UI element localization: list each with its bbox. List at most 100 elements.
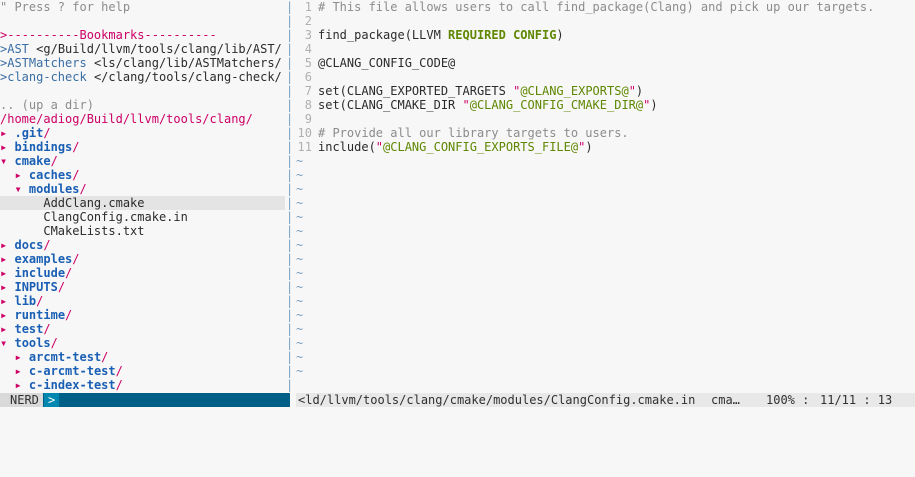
collapsed-arrow-icon[interactable]: ▸	[0, 266, 7, 280]
empty-line-marker: ~	[296, 238, 915, 252]
dir-name: include	[14, 266, 66, 280]
empty-line-marker: ~	[296, 210, 915, 224]
empty-line-marker: ~	[296, 168, 915, 182]
code-line[interactable]: 4	[296, 42, 915, 56]
bookmark-path: </clang/tools/clang-check/	[86, 70, 282, 84]
editor-pane[interactable]: 1 # This file allows users to call find_p…	[296, 0, 915, 392]
collapsed-arrow-icon[interactable]: ▸	[0, 280, 7, 294]
code-line[interactable]: 7 set(CLANG_EXPORTED_TARGETS "@CLANG_EXPO…	[296, 84, 915, 98]
code-line[interactable]: 2	[296, 14, 915, 28]
code-line[interactable]: 10 # Provide all our library targets to u…	[296, 126, 915, 140]
code-line[interactable]: 1 # This file allows users to call find_p…	[296, 0, 915, 14]
tree-dir-item[interactable]: ▸ docs/	[0, 238, 285, 252]
code-line[interactable]: 3 find_package(LLVM REQUIRED CONFIG)	[296, 28, 915, 42]
tree-dir-item[interactable]: ▸ c-arcmt-test/	[0, 364, 285, 378]
dir-slash: /	[50, 336, 58, 350]
tree-root-path[interactable]: /home/adiog/Build/llvm/tools/clang/	[0, 112, 285, 126]
tree-dir-item[interactable]: ▾ tools/	[0, 336, 285, 350]
dir-name: c-index-test	[28, 378, 116, 392]
code-line[interactable]: 11 include("@CLANG_CONFIG_EXPORTS_FILE@")	[296, 140, 915, 154]
empty-line-marker: ~	[296, 322, 915, 336]
tree-dir-item[interactable]: ▾ modules/	[0, 182, 285, 196]
collapsed-arrow-icon[interactable]: ▸	[14, 378, 21, 392]
collapsed-arrow-icon[interactable]: ▸	[0, 252, 7, 266]
tree-dir-item[interactable]: ▸ arcmt-test/	[0, 350, 285, 364]
nerdtree-panel: " Press ? for help >----------Bookmarks-…	[0, 0, 285, 392]
collapsed-arrow-icon[interactable]: ▸	[14, 364, 21, 378]
tree-dir-item[interactable]: ▸ include/	[0, 266, 285, 280]
code-token: # Provide all our library targets to use…	[318, 126, 629, 140]
dir-slash: /	[43, 322, 51, 336]
bookmark-item[interactable]: >AST <g/Build/llvm/tools/clang/lib/AST/	[0, 42, 285, 56]
expanded-arrow-icon[interactable]: ▾	[0, 154, 7, 168]
split-bar-segment: |	[286, 154, 294, 168]
bookmarks-list: >AST <g/Build/llvm/tools/clang/lib/AST/>…	[0, 42, 285, 84]
dir-slash: /	[79, 182, 87, 196]
dir-name: runtime	[14, 308, 66, 322]
collapsed-arrow-icon[interactable]: ▸	[0, 308, 7, 322]
bookmark-item[interactable]: >ASTMatchers <ls/clang/lib/ASTMatchers/	[0, 56, 285, 70]
tilde-marker: ~	[296, 238, 304, 252]
tree-dir-item[interactable]: ▸ examples/	[0, 252, 285, 266]
dir-name: arcmt-test	[28, 350, 102, 364]
tree-file-item[interactable]: ClangConfig.cmake.in	[0, 210, 285, 224]
empty-line-marker: ~	[296, 294, 915, 308]
nerdtree-status: NERD >	[0, 393, 290, 407]
bookmark-item[interactable]: >clang-check </clang/tools/clang-check/	[0, 70, 285, 84]
tree-dir-item[interactable]: ▸ lib/	[0, 294, 285, 308]
collapsed-arrow-icon[interactable]: ▸	[0, 140, 7, 154]
collapsed-arrow-icon[interactable]: ▸	[14, 168, 21, 182]
filetype: cma…	[711, 393, 740, 407]
up-dir-link[interactable]: .. (up a dir)	[0, 98, 285, 112]
mode-indicator: NERD	[0, 393, 43, 407]
code-token: "	[628, 84, 636, 98]
code-token: @CLANG_EXPORTS@	[520, 84, 629, 98]
split-bar-segment: |	[286, 196, 294, 210]
code-token: set(CLANG_CMAKE_DIR	[318, 98, 463, 112]
tree-dir-item[interactable]: ▸ INPUTS/	[0, 280, 285, 294]
tree-dir-item[interactable]: ▸ .git/	[0, 126, 285, 140]
expanded-arrow-icon[interactable]: ▾	[0, 336, 7, 350]
tree-dir-item[interactable]: ▸ test/	[0, 322, 285, 336]
dir-name: git	[21, 126, 44, 140]
tree-dir-item[interactable]: ▸ runtime/	[0, 308, 285, 322]
collapsed-arrow-icon[interactable]: ▸	[0, 126, 7, 140]
prompt-indicator: >	[44, 393, 60, 407]
split-bar-segment: |	[286, 28, 294, 42]
tree-dir-item[interactable]: ▾ cmake/	[0, 154, 285, 168]
split-bar-segment: |	[286, 266, 294, 280]
bookmark-path: <g/Build/llvm/tools/clang/lib/AST/	[28, 42, 282, 56]
tree-dir-item[interactable]: ▸ c-index-test/	[0, 378, 285, 392]
tree-dir-item[interactable]: ▸ caches/	[0, 168, 285, 182]
line-number: 8	[304, 98, 312, 112]
collapsed-arrow-icon[interactable]: ▸	[14, 350, 21, 364]
code-line[interactable]: 9	[296, 112, 915, 126]
tree-file-item[interactable]: AddClang.cmake	[0, 196, 285, 210]
line-number: 4	[304, 42, 312, 56]
code-line[interactable]: 5 @CLANG_CONFIG_CODE@	[296, 56, 915, 70]
code-line[interactable]: 8 set(CLANG_CMAKE_DIR "@CLANG_CONFIG_CMAK…	[296, 98, 915, 112]
command-line[interactable]	[0, 408, 915, 424]
tree-file-item[interactable]: CMakeLists.txt	[0, 224, 285, 238]
split-bar-segment: |	[286, 42, 294, 56]
split-bar-segment: |	[286, 14, 294, 28]
code-token: REQUIRED CONFIG	[448, 28, 557, 42]
collapsed-arrow-icon[interactable]: ▸	[0, 238, 7, 252]
vertical-split[interactable]: | | | | | | | | | | | | | | | | | | | | | | | | | | | |	[286, 0, 296, 392]
expanded-arrow-icon[interactable]: ▾	[14, 182, 21, 196]
tree-dir-item[interactable]: ▸ bindings/	[0, 140, 285, 154]
bookmark-name: ASTMatchers	[7, 56, 87, 70]
split-bar-segment: |	[286, 140, 294, 154]
split-bar-segment: |	[286, 0, 294, 14]
collapsed-arrow-icon[interactable]: ▸	[0, 294, 7, 308]
split-bar-segment: |	[286, 224, 294, 238]
scroll-percent: 100% :	[766, 393, 810, 407]
dir-slash: /	[43, 238, 51, 252]
code-line[interactable]: 6	[296, 70, 915, 84]
split-bar-segment: |	[286, 350, 294, 364]
bookmark-path: <ls/clang/lib/ASTMatchers/	[86, 56, 282, 70]
dir-name: INPUTS	[14, 280, 58, 294]
file-name: CMakeLists.txt	[43, 224, 145, 238]
collapsed-arrow-icon[interactable]: ▸	[0, 322, 7, 336]
